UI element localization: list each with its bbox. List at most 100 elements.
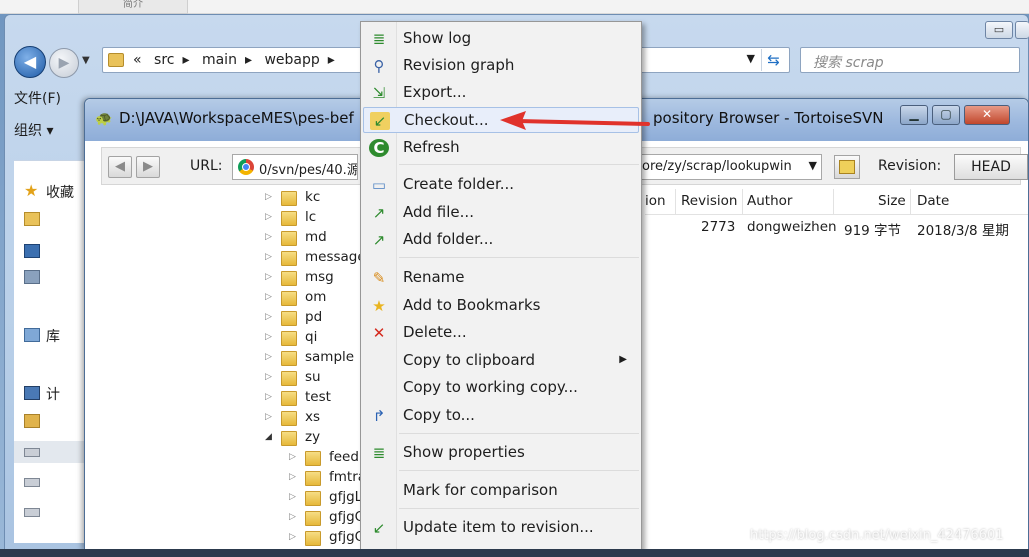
- column-header-size[interactable]: Size: [878, 193, 906, 209]
- nav-item[interactable]: [14, 209, 84, 231]
- menu-item-create-folder[interactable]: ▭ Create folder...: [363, 172, 639, 198]
- breadcrumb-item[interactable]: src: [154, 52, 174, 68]
- chevron-right-icon[interactable]: ▸: [328, 52, 335, 68]
- nav-favorites[interactable]: ★ 收藏: [14, 181, 84, 203]
- browse-folder-button[interactable]: [834, 155, 860, 179]
- expand-arrow-icon[interactable]: ▷: [265, 312, 272, 322]
- column-divider[interactable]: [675, 189, 676, 215]
- menu-item-label: Checkout...: [404, 111, 489, 129]
- column-divider[interactable]: [910, 189, 911, 215]
- nav-item-drive[interactable]: [14, 471, 84, 493]
- explorer-maximize-button[interactable]: [1015, 21, 1029, 39]
- explorer-minimize-button[interactable]: ▭: [985, 21, 1013, 39]
- folder-icon: [281, 351, 297, 366]
- folder-icon: [305, 491, 321, 506]
- forward-button[interactable]: ▶: [49, 48, 79, 78]
- menu-item-revision-graph[interactable]: ⚲ Revision graph: [363, 53, 639, 79]
- nav-item[interactable]: [14, 241, 84, 263]
- menu-item-add-folder[interactable]: ↗ Add folder...: [363, 227, 639, 253]
- annotation-arrow: [500, 111, 650, 130]
- address-dropdown-icon[interactable]: ▼: [747, 52, 755, 65]
- column-divider[interactable]: [742, 189, 743, 215]
- nav-computer[interactable]: 计: [14, 383, 84, 405]
- repo-forward-button[interactable]: ▶: [136, 156, 160, 178]
- folder-icon: [281, 291, 297, 306]
- search-input[interactable]: 搜索 scrap: [800, 47, 1020, 73]
- expand-arrow-icon[interactable]: ▷: [289, 492, 296, 502]
- repo-close-button[interactable]: ✕: [964, 105, 1010, 125]
- menu-item-show-log[interactable]: ≣ Show log: [363, 26, 639, 52]
- desktop-icon: [24, 244, 40, 258]
- chevron-right-icon[interactable]: ▸: [182, 52, 189, 68]
- menu-item-label: Update item to revision...: [403, 518, 594, 536]
- repo-minimize-button[interactable]: ▁: [900, 105, 928, 125]
- menu-item-add-file[interactable]: ↗ Add file...: [363, 200, 639, 226]
- nav-library[interactable]: 库: [14, 325, 84, 347]
- repo-title-right: pository Browser - TortoiseSVN: [653, 109, 884, 127]
- nav-item-drive[interactable]: [14, 441, 84, 463]
- show-log-icon: ≣: [372, 30, 386, 48]
- cell-revision[interactable]: 2773: [701, 219, 735, 235]
- chevron-down-icon[interactable]: ▼: [809, 159, 817, 172]
- expand-arrow-icon[interactable]: ▷: [265, 272, 272, 282]
- expand-arrow-icon[interactable]: ▷: [265, 412, 272, 422]
- head-revision-button[interactable]: HEAD: [954, 154, 1028, 180]
- cell-date[interactable]: 2018/3/8 星期: [917, 219, 1009, 239]
- expand-arrow-icon[interactable]: ▷: [289, 532, 296, 542]
- nav-item[interactable]: [14, 411, 84, 433]
- column-header-date[interactable]: Date: [917, 193, 949, 209]
- expand-arrow-icon[interactable]: ▷: [289, 512, 296, 522]
- menu-item-label: Rename: [403, 268, 465, 286]
- breadcrumb-prefix[interactable]: «: [133, 52, 142, 68]
- menu-item-copy-to[interactable]: ↱ Copy to...: [363, 403, 639, 429]
- url-input-tail[interactable]: ore/zy/scrap/lookupwin ▼: [642, 154, 822, 180]
- column-divider[interactable]: [833, 189, 834, 215]
- menu-item-update-revision[interactable]: ↙ Update item to revision...: [363, 515, 639, 541]
- menu-file[interactable]: 文件(F): [14, 88, 84, 110]
- nav-item-drive[interactable]: [14, 501, 84, 523]
- menu-item-label: Show properties: [403, 443, 525, 461]
- url-input[interactable]: 0/svn/pes/40.源: [232, 154, 358, 180]
- chevron-right-icon[interactable]: ▸: [245, 52, 252, 68]
- expand-arrow-icon[interactable]: ▷: [289, 452, 296, 462]
- tree-item-label: feed: [329, 449, 359, 465]
- expand-arrow-icon[interactable]: ▷: [265, 292, 272, 302]
- expand-arrow-icon[interactable]: ▷: [289, 472, 296, 482]
- folder-icon: [839, 160, 855, 174]
- cell-author[interactable]: dongweizhen: [747, 219, 837, 235]
- nav-item[interactable]: [14, 267, 84, 289]
- menu-item-copy-clipboard[interactable]: Copy to clipboard ▶: [363, 348, 639, 374]
- menu-item-copy-working-copy[interactable]: Copy to working copy...: [363, 375, 639, 401]
- history-dropdown-icon[interactable]: ▼: [82, 55, 90, 66]
- expand-arrow-icon[interactable]: ▷: [265, 252, 272, 262]
- column-header-author[interactable]: Author: [747, 193, 792, 209]
- expand-arrow-icon[interactable]: ▷: [265, 372, 272, 382]
- repo-maximize-button[interactable]: ▢: [932, 105, 960, 125]
- expand-arrow-icon[interactable]: ▷: [265, 232, 272, 242]
- expand-arrow-icon[interactable]: ▷: [265, 212, 272, 222]
- cell-size[interactable]: 919 字节: [844, 219, 901, 239]
- column-header-revision[interactable]: Revision: [681, 193, 737, 209]
- folder-icon: [281, 391, 297, 406]
- organize-button[interactable]: 组织 ▾: [14, 120, 84, 142]
- expand-arrow-icon[interactable]: ▷: [265, 332, 272, 342]
- back-button[interactable]: ◀: [14, 46, 46, 78]
- menu-item-mark-comparison[interactable]: Mark for comparison: [363, 478, 639, 504]
- column-header-action[interactable]: ion: [645, 193, 666, 209]
- breadcrumb-item[interactable]: webapp: [264, 52, 319, 68]
- expand-arrow-icon[interactable]: ▷: [265, 352, 272, 362]
- menu-item-add-bookmark[interactable]: ★ Add to Bookmarks: [363, 293, 639, 319]
- menu-item-show-properties[interactable]: ≣ Show properties: [363, 440, 639, 466]
- top-tab[interactable]: 简介: [78, 0, 188, 14]
- menu-item-delete[interactable]: ✕ Delete...: [363, 320, 639, 346]
- expand-arrow-icon[interactable]: ▷: [265, 192, 272, 202]
- menu-item-rename[interactable]: ✎ Rename: [363, 265, 639, 291]
- collapse-arrow-icon[interactable]: ◢: [265, 432, 272, 442]
- breadcrumb-item[interactable]: main: [202, 52, 237, 68]
- expand-arrow-icon[interactable]: ▷: [265, 392, 272, 402]
- menu-item-label: Copy to...: [403, 406, 475, 424]
- menu-item-export[interactable]: ⇲ Export...: [363, 80, 639, 106]
- menu-item-refresh[interactable]: C Refresh: [363, 135, 639, 161]
- repo-back-button[interactable]: ◀: [108, 156, 132, 178]
- address-refresh-icon[interactable]: ⇆: [761, 49, 785, 71]
